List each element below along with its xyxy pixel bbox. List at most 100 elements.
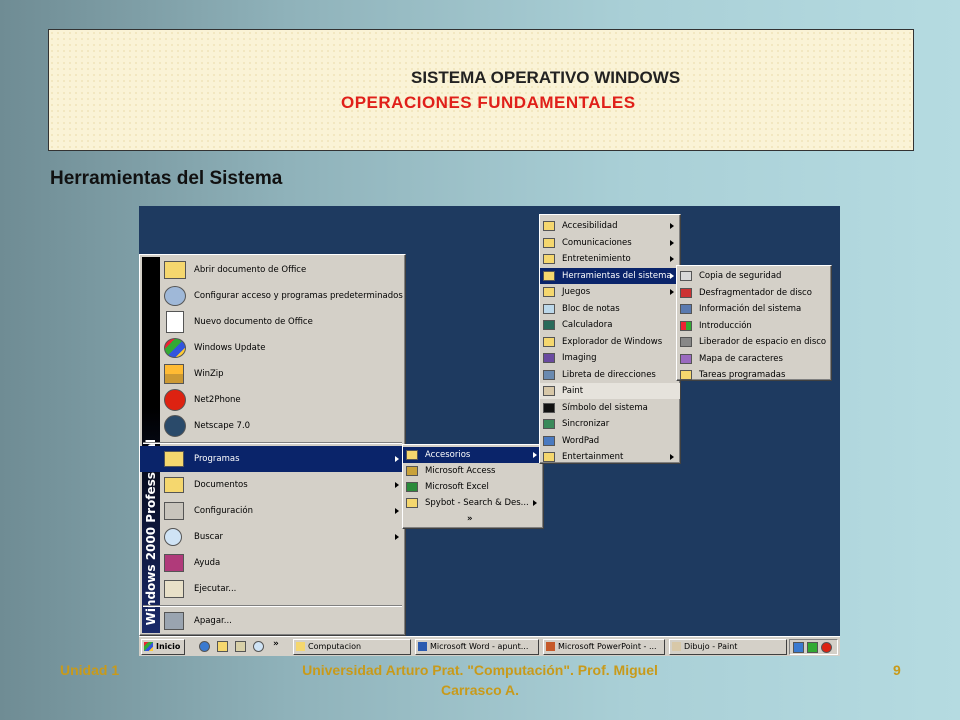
accessories-item[interactable]: Juegos — [540, 284, 680, 300]
accessories-item[interactable]: Libreta de direcciones — [540, 367, 680, 383]
start-item-net2phone[interactable]: Net2Phone — [140, 387, 405, 413]
folder-icon — [543, 287, 555, 297]
start-item-programs[interactable]: Programas — [140, 446, 405, 472]
network-icon[interactable] — [793, 642, 804, 653]
start-item-search[interactable]: Buscar — [140, 524, 405, 550]
system-tools-item-defrag[interactable]: Desfragmentador de disco — [677, 285, 831, 301]
accessories-item-paint[interactable]: Paint — [540, 383, 680, 399]
start-button-label: Inicio — [156, 642, 181, 651]
system-info-icon — [680, 304, 692, 314]
start-item-netscape[interactable]: Netscape 7.0 — [140, 413, 405, 439]
accessories-item[interactable]: Comunicaciones — [540, 235, 680, 251]
quicklaunch-chevron[interactable]: » — [273, 639, 279, 649]
system-tools-item-label: Copia de seguridad — [699, 271, 782, 281]
submenu-arrow-icon — [670, 239, 674, 246]
start-button[interactable]: Inicio — [141, 639, 185, 655]
internet-explorer-icon[interactable] — [199, 641, 210, 652]
start-item-label: Windows Update — [194, 343, 266, 353]
system-tools-item-system-info[interactable]: Información del sistema — [677, 301, 831, 317]
accessories-item[interactable]: Entretenimiento — [540, 251, 680, 267]
submenu-arrow-icon — [395, 456, 399, 462]
programs-item-access[interactable]: Microsoft Access — [403, 463, 543, 479]
submenu-arrow-icon — [670, 289, 674, 295]
address-book-icon — [543, 369, 555, 380]
system-tools-item-intro[interactable]: Introducción — [677, 318, 831, 334]
accessories-menu: Accesibilidad Comunicaciones Entretenimi… — [539, 214, 681, 464]
windows-flag-icon — [680, 320, 692, 331]
task-button-computacion[interactable]: Computacion — [293, 639, 411, 655]
start-item-label: Netscape 7.0 — [194, 421, 251, 431]
start-item-documents[interactable]: Documentos — [140, 472, 405, 498]
start-item-run[interactable]: Ejecutar... — [140, 576, 405, 602]
system-tools-item-charmap[interactable]: Mapa de caracteres — [677, 351, 831, 367]
task-button-label: Computacion — [308, 642, 362, 651]
menu-separator — [143, 605, 402, 607]
system-tools-item-disk-cleanup[interactable]: Liberador de espacio en disco — [677, 334, 831, 350]
programs-item-excel[interactable]: Microsoft Excel — [403, 479, 543, 495]
accessories-item[interactable]: Entertainment — [540, 449, 680, 465]
accessories-item[interactable]: Sincronizar — [540, 416, 680, 432]
start-item-label: Ejecutar... — [194, 584, 237, 594]
disk-cleanup-icon — [680, 337, 692, 347]
submenu-arrow-icon — [670, 223, 674, 229]
start-item-open-office-doc[interactable]: Abrir documento de Office — [140, 257, 405, 283]
start-item-new-office-doc[interactable]: Nuevo documento de Office — [140, 309, 405, 335]
defrag-icon — [680, 287, 692, 298]
programs-item-label: Spybot - Search & Des... — [425, 498, 529, 508]
spybot-icon — [406, 498, 418, 508]
start-item-label: Configurar acceso y programas predetermi… — [194, 291, 403, 301]
task-button-word[interactable]: Microsoft Word - apunt... — [415, 639, 539, 655]
system-tools-menu: Copia de seguridad Desfragmentador de di… — [676, 265, 832, 381]
accessories-item-label: Accesibilidad — [562, 221, 618, 231]
accessories-item[interactable]: Imaging — [540, 350, 680, 366]
outlook-icon[interactable] — [235, 641, 246, 652]
accessories-item[interactable]: Calculadora — [540, 317, 680, 333]
accessories-item[interactable]: Accesibilidad — [540, 218, 680, 234]
folder-icon — [543, 270, 555, 281]
accessories-item[interactable]: Explorador de Windows — [540, 334, 680, 350]
programs-item-spybot[interactable]: Spybot - Search & Des... — [403, 495, 543, 511]
accessories-item[interactable]: Símbolo del sistema — [540, 400, 680, 416]
task-button-powerpoint[interactable]: Microsoft PowerPoint - ... — [543, 639, 665, 655]
accessories-item[interactable]: Bloc de notas — [540, 301, 680, 317]
accessories-item-label: Juegos — [562, 287, 591, 297]
title-box: SISTEMA OPERATIVO WINDOWS OPERACIONES FU… — [48, 29, 914, 151]
task-button-label: Dibujo - Paint — [684, 642, 738, 651]
folder-open-icon — [164, 261, 186, 279]
start-item-windows-update[interactable]: Windows Update — [140, 335, 405, 361]
system-tools-item-label: Desfragmentador de disco — [699, 287, 812, 298]
show-desktop-icon[interactable] — [217, 641, 228, 652]
start-item-winzip[interactable]: WinZip — [140, 361, 405, 387]
programs-item-accessories[interactable]: Accesorios — [403, 447, 543, 463]
notepad-icon — [543, 303, 555, 314]
antivirus-icon[interactable] — [807, 642, 818, 653]
start-item-shutdown[interactable]: Apagar... — [140, 608, 405, 634]
task-button-label: Microsoft Word - apunt... — [430, 642, 529, 651]
system-tools-item-backup[interactable]: Copia de seguridad — [677, 268, 831, 284]
search-icon[interactable] — [253, 641, 264, 652]
help-icon — [164, 554, 184, 572]
system-tools-item-label: Tareas programadas — [699, 370, 786, 380]
command-prompt-icon — [543, 402, 555, 413]
wordpad-icon — [543, 435, 555, 446]
accessories-item-system-tools[interactable]: Herramientas del sistema — [540, 267, 680, 284]
task-button-paint[interactable]: Dibujo - Paint — [669, 639, 787, 655]
accessories-item-label: Entretenimiento — [562, 254, 631, 264]
submenu-arrow-icon — [670, 272, 674, 279]
start-item-configure-access[interactable]: Configurar acceso y programas predetermi… — [140, 283, 405, 309]
accessories-item-label: Entertainment — [562, 452, 624, 462]
accessories-item-label: Símbolo del sistema — [562, 402, 648, 413]
programs-menu: Accesorios Microsoft Access Microsoft Ex… — [402, 444, 544, 529]
sync-icon — [543, 419, 555, 429]
backup-icon — [680, 271, 692, 281]
submenu-arrow-icon — [670, 256, 674, 262]
start-item-settings[interactable]: Configuración — [140, 498, 405, 524]
system-tools-item-scheduled-tasks[interactable]: Tareas programadas — [677, 367, 831, 383]
start-item-help[interactable]: Ayuda — [140, 550, 405, 576]
accessories-item[interactable]: WordPad — [540, 433, 680, 449]
net2phone-tray-icon[interactable] — [821, 642, 832, 653]
programs-expand-chevron[interactable]: » — [403, 511, 543, 527]
start-item-label: Ayuda — [194, 558, 221, 568]
system-tools-item-label: Introducción — [699, 320, 752, 331]
explorer-icon — [543, 336, 555, 347]
